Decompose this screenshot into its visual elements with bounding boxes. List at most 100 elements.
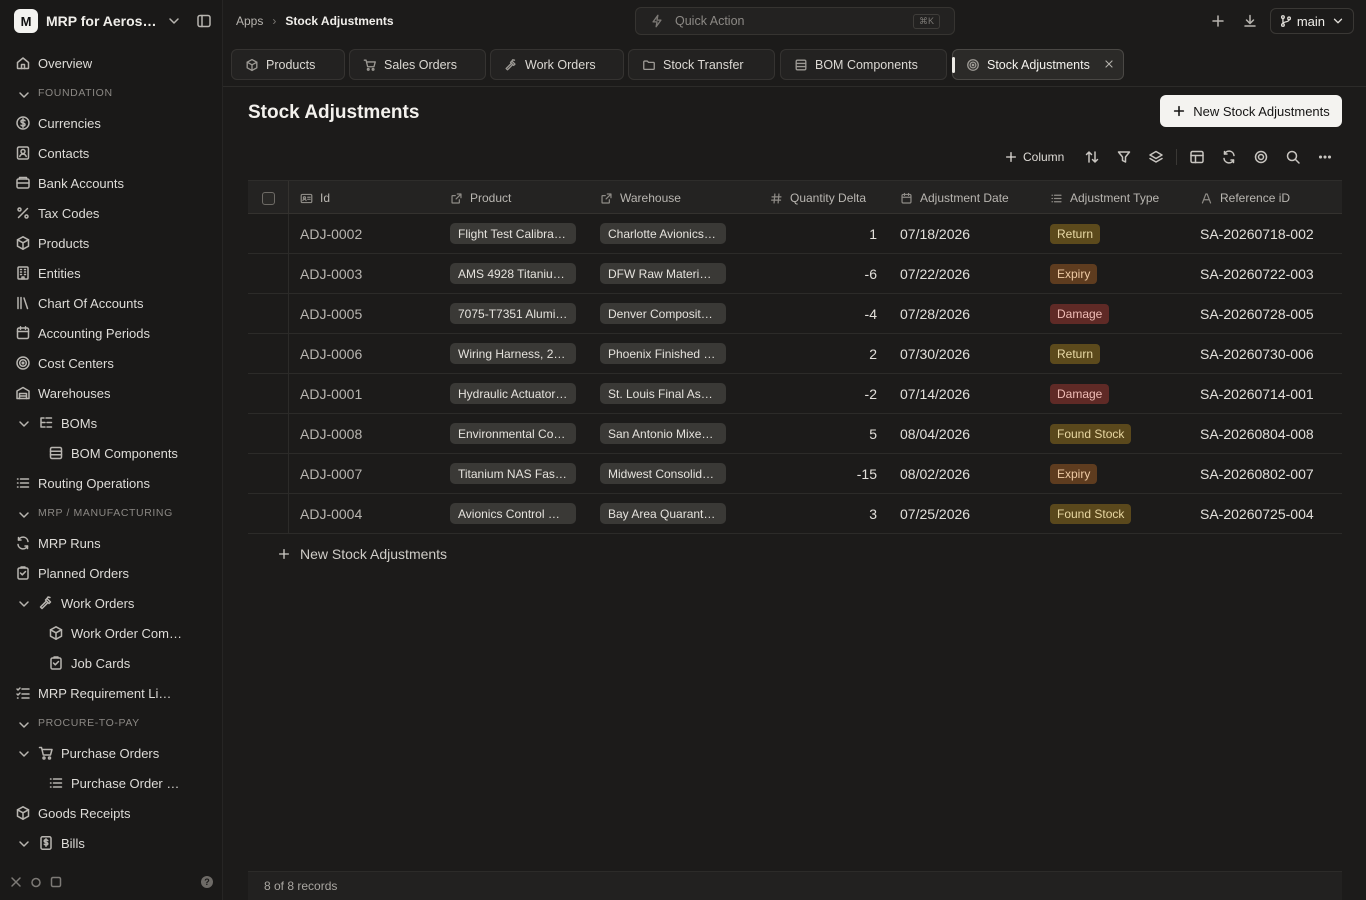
cell-id[interactable]: ADJ-0005 bbox=[300, 294, 440, 333]
table-row[interactable]: ADJ-0003 AMS 4928 Titanium Bar DFW Raw Mat… bbox=[248, 254, 1342, 294]
close-icon[interactable] bbox=[1103, 58, 1115, 70]
chevron-down-icon[interactable] bbox=[16, 746, 30, 760]
cell-warehouse[interactable]: DFW Raw Materials Depot bbox=[600, 254, 760, 293]
column-header-adjustment-date[interactable]: Adjustment Date bbox=[900, 181, 1040, 215]
add-button[interactable] bbox=[1204, 8, 1232, 34]
sidebar-item-cost-centers[interactable]: Cost Centers bbox=[0, 348, 223, 378]
tab-sales-orders[interactable]: Sales Orders bbox=[349, 49, 486, 80]
cell-adjustment-date[interactable]: 08/02/2026 bbox=[900, 454, 1040, 493]
cell-warehouse[interactable]: Denver Composites Center bbox=[600, 294, 760, 333]
column-header-id[interactable]: Id bbox=[300, 181, 440, 215]
table-row[interactable]: ADJ-0008 Environmental Control Unit San An… bbox=[248, 414, 1342, 454]
product-link-chip[interactable]: Flight Test Calibration Kit bbox=[450, 223, 576, 244]
sidebar-item-job-cards[interactable]: Job Cards bbox=[0, 648, 223, 678]
cell-warehouse[interactable]: St. Louis Final Assembly bbox=[600, 374, 760, 413]
cell-quantity-delta[interactable]: -15 bbox=[770, 454, 877, 493]
cell-adjustment-date[interactable]: 07/25/2026 bbox=[900, 494, 1040, 533]
cell-product[interactable]: Avionics Control Display bbox=[450, 494, 590, 533]
cell-reference-id[interactable]: SA-20260728-005 bbox=[1200, 294, 1340, 333]
table-row[interactable]: ADJ-0002 Flight Test Calibration Kit Charl… bbox=[248, 214, 1342, 254]
view-layout-button[interactable] bbox=[1181, 145, 1213, 169]
linkedin-icon[interactable] bbox=[50, 876, 62, 888]
cell-warehouse[interactable]: San Antonio Mixed Storage bbox=[600, 414, 760, 453]
product-link-chip[interactable]: Avionics Control Display bbox=[450, 503, 576, 524]
sidebar-item-contacts[interactable]: Contacts bbox=[0, 138, 223, 168]
help-icon[interactable]: ? bbox=[201, 876, 213, 888]
target-button[interactable] bbox=[1245, 145, 1277, 169]
cell-quantity-delta[interactable]: 1 bbox=[770, 214, 877, 253]
product-link-chip[interactable]: AMS 4928 Titanium Bar bbox=[450, 263, 576, 284]
search-button[interactable] bbox=[1277, 145, 1309, 169]
warehouse-link-chip[interactable]: DFW Raw Materials Depot bbox=[600, 263, 726, 284]
sidebar-item-currencies[interactable]: Currencies bbox=[0, 108, 223, 138]
cell-adjustment-date[interactable]: 07/28/2026 bbox=[900, 294, 1040, 333]
cell-reference-id[interactable]: SA-20260804-008 bbox=[1200, 414, 1340, 453]
sidebar-section-procure-to-pay[interactable]: PROCURE-TO-PAY bbox=[0, 708, 223, 738]
row-select-cell[interactable] bbox=[248, 294, 289, 334]
tab-stock-transfer[interactable]: Stock Transfer bbox=[628, 49, 775, 80]
table-row[interactable]: ADJ-0007 Titanium NAS Fasteners Midwest Co… bbox=[248, 454, 1342, 494]
table-row[interactable]: ADJ-0004 Avionics Control Display Bay Area… bbox=[248, 494, 1342, 534]
column-header-reference-id[interactable]: Reference iD bbox=[1200, 181, 1340, 215]
product-link-chip[interactable]: Titanium NAS Fasteners bbox=[450, 463, 576, 484]
product-link-chip[interactable]: Environmental Control Unit bbox=[450, 423, 576, 444]
cell-reference-id[interactable]: SA-20260722-003 bbox=[1200, 254, 1340, 293]
sidebar-item-routing-operations[interactable]: Routing Operations bbox=[0, 468, 223, 498]
cell-product[interactable]: 7075-T7351 Aluminum Plate bbox=[450, 294, 590, 333]
sidebar-item-bank-accounts[interactable]: Bank Accounts bbox=[0, 168, 223, 198]
table-row[interactable]: ADJ-0006 Wiring Harness, 28V DC Phoenix Fi… bbox=[248, 334, 1342, 374]
cell-adjustment-type[interactable]: Return bbox=[1050, 334, 1190, 373]
warehouse-link-chip[interactable]: Phoenix Finished Goods bbox=[600, 343, 726, 364]
table-row[interactable]: ADJ-0005 7075-T7351 Aluminum Plate Denver … bbox=[248, 294, 1342, 334]
product-link-chip[interactable]: Hydraulic Actuator Assembly bbox=[450, 383, 576, 404]
more-button[interactable] bbox=[1309, 145, 1341, 169]
workspace-switcher[interactable]: M MRP for Aerospace bbox=[14, 9, 214, 33]
sidebar-section-foundation[interactable]: FOUNDATION bbox=[0, 78, 223, 108]
select-all-checkbox[interactable] bbox=[261, 191, 275, 205]
sidebar-item-tax-codes[interactable]: Tax Codes bbox=[0, 198, 223, 228]
cell-quantity-delta[interactable]: 2 bbox=[770, 334, 877, 373]
cell-adjustment-type[interactable]: Damage bbox=[1050, 294, 1190, 333]
row-select-cell[interactable] bbox=[248, 494, 289, 534]
group-button[interactable] bbox=[1140, 145, 1172, 169]
column-header-adjustment-type[interactable]: Adjustment Type bbox=[1050, 181, 1190, 215]
sidebar-item-mrp-runs[interactable]: MRP Runs bbox=[0, 528, 223, 558]
cell-adjustment-date[interactable]: 08/04/2026 bbox=[900, 414, 1040, 453]
cell-adjustment-type[interactable]: Return bbox=[1050, 214, 1190, 253]
cell-adjustment-type[interactable]: Expiry bbox=[1050, 254, 1190, 293]
cell-warehouse[interactable]: Charlotte Avionics Hub bbox=[600, 214, 760, 253]
cell-reference-id[interactable]: SA-20260714-001 bbox=[1200, 374, 1340, 413]
tab-stock-adjustments[interactable]: Stock Adjustments bbox=[952, 49, 1124, 80]
chevron-down-icon[interactable] bbox=[166, 13, 182, 29]
warehouse-link-chip[interactable]: Denver Composites Center bbox=[600, 303, 726, 324]
warehouse-link-chip[interactable]: Charlotte Avionics Hub bbox=[600, 223, 726, 244]
cell-warehouse[interactable]: Phoenix Finished Goods bbox=[600, 334, 760, 373]
table-row[interactable]: ADJ-0001 Hydraulic Actuator Assembly St. L… bbox=[248, 374, 1342, 414]
cell-warehouse[interactable]: Midwest Consolidation Center bbox=[600, 454, 760, 493]
cell-id[interactable]: ADJ-0004 bbox=[300, 494, 440, 533]
sidebar-section-mrp-manufacturing[interactable]: MRP / MANUFACTURING bbox=[0, 498, 223, 528]
cell-adjustment-type[interactable]: Damage bbox=[1050, 374, 1190, 413]
cell-product[interactable]: Titanium NAS Fasteners bbox=[450, 454, 590, 493]
row-select-cell[interactable] bbox=[248, 374, 289, 414]
cell-adjustment-type[interactable]: Found Stock bbox=[1050, 494, 1190, 533]
branch-selector[interactable]: main bbox=[1269, 8, 1354, 34]
product-link-chip[interactable]: Wiring Harness, 28V DC bbox=[450, 343, 576, 364]
cell-adjustment-date[interactable]: 07/22/2026 bbox=[900, 254, 1040, 293]
cell-warehouse[interactable]: Bay Area Quarantine bbox=[600, 494, 760, 533]
cell-adjustment-date[interactable]: 07/18/2026 bbox=[900, 214, 1040, 253]
cell-product[interactable]: Environmental Control Unit bbox=[450, 414, 590, 453]
row-select-cell[interactable] bbox=[248, 454, 289, 494]
column-header-quantity-delta[interactable]: Quantity Delta bbox=[770, 181, 877, 215]
sidebar-item-bills[interactable]: Bills bbox=[0, 828, 223, 858]
cell-quantity-delta[interactable]: 5 bbox=[770, 414, 877, 453]
cell-id[interactable]: ADJ-0002 bbox=[300, 214, 440, 253]
chevron-down-icon[interactable] bbox=[16, 416, 30, 430]
filter-button[interactable] bbox=[1108, 145, 1140, 169]
warehouse-link-chip[interactable]: St. Louis Final Assembly bbox=[600, 383, 726, 404]
warehouse-link-chip[interactable]: San Antonio Mixed Storage bbox=[600, 423, 726, 444]
column-header-warehouse[interactable]: Warehouse bbox=[600, 181, 760, 215]
warehouse-link-chip[interactable]: Midwest Consolidation Center bbox=[600, 463, 726, 484]
row-select-cell[interactable] bbox=[248, 214, 289, 254]
refresh-button[interactable] bbox=[1213, 145, 1245, 169]
